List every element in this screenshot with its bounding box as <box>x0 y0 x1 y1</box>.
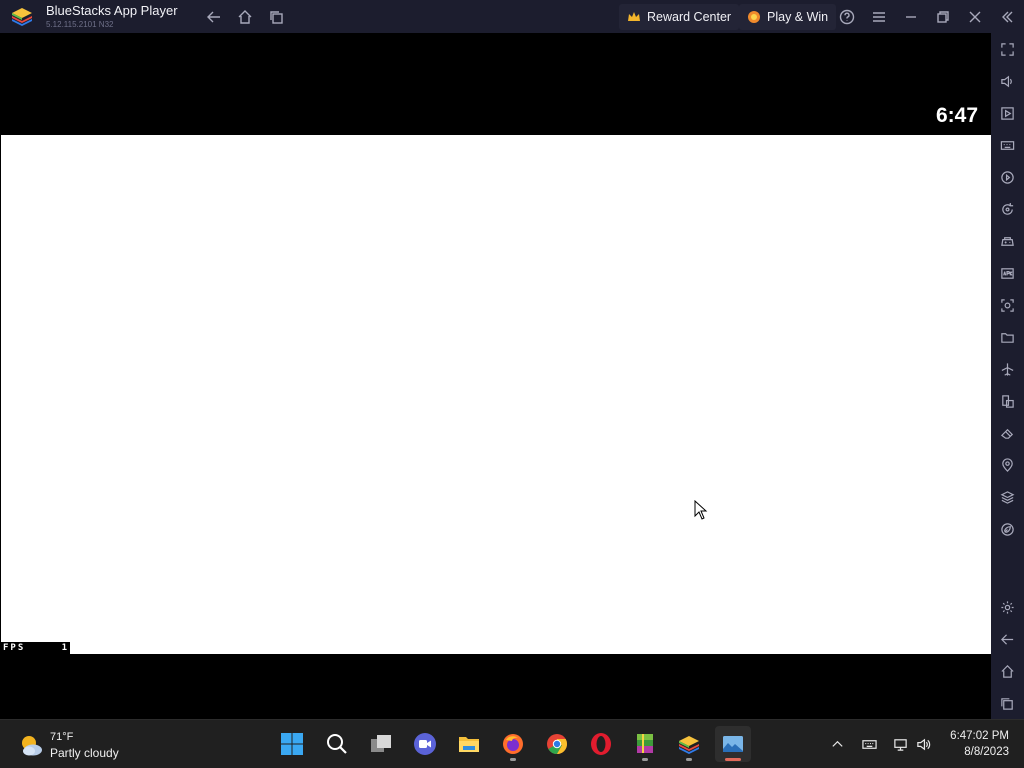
start-button[interactable] <box>274 726 310 762</box>
rotate-icon[interactable] <box>991 197 1024 221</box>
opera-icon <box>591 733 611 755</box>
bluestacks-logo-icon <box>12 8 32 26</box>
game-screen[interactable]: 6:47 FPS 1 <box>0 33 991 719</box>
crown-icon <box>628 12 640 21</box>
game-content-area[interactable] <box>1 135 991 654</box>
fps-value: 1 <box>61 643 67 653</box>
touch-keyboard-icon[interactable] <box>859 733 879 755</box>
photos-icon <box>723 736 743 752</box>
title-bar: BlueStacks App Player 5.12.115.2101 N32 … <box>0 0 1024 33</box>
play-win-label: Play & Win <box>767 10 829 24</box>
right-sidebar <box>991 33 1024 719</box>
settings-icon[interactable] <box>991 595 1024 619</box>
winrar-icon <box>637 734 653 753</box>
volume-icon[interactable] <box>991 69 1024 93</box>
macro-icon[interactable] <box>991 165 1024 189</box>
restore-icon[interactable] <box>928 0 958 33</box>
apk-icon[interactable] <box>991 261 1024 285</box>
menu-icon[interactable] <box>864 0 894 33</box>
layers-icon[interactable] <box>991 485 1024 509</box>
close-icon[interactable] <box>960 0 990 33</box>
back-icon[interactable] <box>991 627 1024 651</box>
screenshot-icon[interactable] <box>991 293 1024 317</box>
running-indicator <box>642 758 648 761</box>
search-icon <box>327 734 347 754</box>
recent-apps-icon[interactable] <box>262 0 292 33</box>
show-hidden-icons-icon[interactable] <box>827 733 847 755</box>
reward-center-label: Reward Center <box>647 10 732 24</box>
taskbar-firefox[interactable] <box>495 726 531 762</box>
mouse-cursor-icon <box>694 500 708 520</box>
system-clock-date[interactable]: 8/8/2023 <box>964 746 1009 758</box>
taskbar-chrome[interactable] <box>539 726 575 762</box>
speaker-icon[interactable] <box>913 733 933 755</box>
running-indicator <box>686 758 692 761</box>
chrome-icon <box>547 734 568 755</box>
running-indicator <box>510 758 516 761</box>
firefox-icon <box>503 734 523 754</box>
app-title: BlueStacks App Player <box>46 3 178 18</box>
media-icon[interactable] <box>991 101 1024 125</box>
gamepad-icon[interactable] <box>991 229 1024 253</box>
fullscreen-icon[interactable] <box>991 37 1024 61</box>
taskbar-opera[interactable] <box>583 726 619 762</box>
fps-counter: FPS 1 <box>0 642 70 654</box>
task-view-button[interactable] <box>363 726 399 762</box>
task-view-icon <box>371 735 391 752</box>
eco-icon[interactable] <box>991 517 1024 541</box>
system-clock-time[interactable]: 6:47:02 PM <box>950 730 1009 742</box>
in-game-clock: 6:47 <box>935 104 978 127</box>
fps-label: FPS <box>3 643 26 653</box>
help-icon[interactable] <box>832 0 862 33</box>
play-win-button[interactable]: Play & Win <box>739 4 837 30</box>
folder-icon[interactable] <box>991 325 1024 349</box>
app-version: 5.12.115.2101 N32 <box>46 20 114 29</box>
windows-logo-icon <box>281 733 303 755</box>
taskbar-photos[interactable] <box>715 726 751 762</box>
back-arrow-icon[interactable] <box>199 0 229 33</box>
keyboard-icon[interactable] <box>991 133 1024 157</box>
bluestacks-icon <box>679 736 699 754</box>
network-icon[interactable] <box>890 733 910 755</box>
airplane-icon[interactable] <box>991 357 1024 381</box>
weather-description[interactable]: Partly cloudy <box>50 746 119 760</box>
play-win-icon <box>748 11 760 23</box>
collapse-sidebar-icon[interactable] <box>992 0 1022 33</box>
search-button[interactable] <box>319 726 355 762</box>
windows-taskbar: 71°F Partly cloudy 6:47:02 PM 8/8/2023 <box>0 719 1024 768</box>
partly-cloudy-icon[interactable] <box>18 733 44 759</box>
taskbar-zoom[interactable] <box>407 726 443 762</box>
active-indicator <box>725 758 741 761</box>
taskbar-winrar[interactable] <box>627 726 663 762</box>
zoom-icon <box>414 733 436 755</box>
home-icon[interactable] <box>230 0 260 33</box>
home-nav-icon[interactable] <box>991 659 1024 683</box>
file-explorer-icon <box>459 737 479 752</box>
minimize-icon[interactable] <box>896 0 926 33</box>
taskbar-bluestacks[interactable] <box>671 726 707 762</box>
eraser-icon[interactable] <box>991 421 1024 445</box>
multi-instance-icon[interactable] <box>991 389 1024 413</box>
location-icon[interactable] <box>991 453 1024 477</box>
taskbar-file-explorer[interactable] <box>451 726 487 762</box>
weather-temperature[interactable]: 71°F <box>50 731 73 743</box>
recents-icon[interactable] <box>991 691 1024 715</box>
reward-center-button[interactable]: Reward Center <box>619 4 740 30</box>
